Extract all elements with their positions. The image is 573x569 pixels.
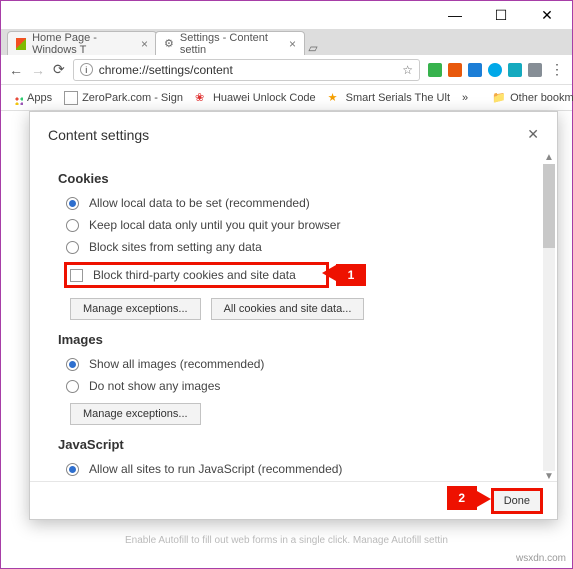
other-bookmarks[interactable]: 📁 Other bookmarks (492, 91, 573, 105)
cookies-option-session[interactable]: Keep local data only until you quit your… (66, 218, 529, 232)
checkbox-icon[interactable] (70, 269, 83, 282)
reload-button[interactable]: ⟳ (53, 61, 65, 78)
images-manage-exceptions-button[interactable]: Manage exceptions... (70, 403, 201, 425)
extension-icon[interactable] (468, 63, 482, 77)
window-close-button[interactable]: ✕ (532, 5, 562, 25)
callout-number-2: 2 (447, 486, 477, 510)
bookmarks-bar: Apps ZeroPark.com - Sign ❀ Huawei Unlock… (1, 85, 572, 111)
radio-icon[interactable] (66, 358, 79, 371)
option-label: Allow all sites to run JavaScript (recom… (89, 462, 342, 476)
images-option-show[interactable]: Show all images (recommended) (66, 357, 529, 371)
dialog-body: Cookies Allow local data to be set (reco… (30, 151, 557, 478)
watermark-text: wsxdn.com (516, 553, 566, 564)
cookies-option-block[interactable]: Block sites from setting any data (66, 240, 529, 254)
dialog-footer: 2 Done (30, 481, 557, 519)
radio-icon[interactable] (66, 463, 79, 476)
scrollbar[interactable]: ▲ ▼ (543, 164, 555, 471)
callout-number-1: 1 (336, 264, 366, 286)
option-label: Keep local data only until you quit your… (89, 218, 340, 232)
new-tab-button[interactable]: ▱ (303, 41, 323, 55)
other-bookmarks-label: Other bookmarks (510, 92, 573, 104)
bookmark-item[interactable]: ❀ Huawei Unlock Code (195, 91, 316, 105)
forward-button[interactable]: → (31, 62, 45, 78)
javascript-option-allow[interactable]: Allow all sites to run JavaScript (recom… (66, 462, 529, 476)
radio-icon[interactable] (66, 219, 79, 232)
folder-icon: 📁 (492, 91, 506, 105)
background-page-text: Enable Autofill to fill out web forms in… (1, 535, 572, 546)
bookmark-item[interactable]: ZeroPark.com - Sign (64, 91, 183, 105)
back-button[interactable]: ← (9, 62, 23, 78)
section-javascript-title: JavaScript (58, 437, 529, 452)
cookies-manage-exceptions-button[interactable]: Manage exceptions... (70, 298, 201, 320)
all-cookies-button[interactable]: All cookies and site data... (211, 298, 365, 320)
extension-strip (428, 63, 542, 77)
window-minimize-button[interactable]: — (440, 5, 470, 25)
close-icon[interactable]: × (141, 37, 148, 51)
window-maximize-button[interactable]: ☐ (486, 5, 516, 25)
cookies-option-allow[interactable]: Allow local data to be set (recommended) (66, 196, 529, 210)
bookmark-label: ZeroPark.com - Sign (82, 92, 183, 104)
callout-arrow-icon (322, 265, 336, 281)
callout-arrow-icon (477, 491, 491, 507)
close-icon[interactable]: × (289, 37, 296, 51)
tab-strip: Home Page - Windows T × ⚙ Settings - Con… (1, 29, 572, 55)
bookmark-item[interactable]: ★ Smart Serials The Ult (328, 91, 450, 105)
menu-button[interactable]: ⋮ (550, 61, 564, 78)
option-label: Allow local data to be set (recommended) (89, 196, 310, 210)
bookmark-star-icon[interactable]: ☆ (402, 63, 413, 77)
huawei-icon: ❀ (195, 91, 209, 105)
dialog-title: Content settings (48, 127, 149, 143)
extension-icon[interactable] (488, 63, 502, 77)
scroll-thumb[interactable] (543, 164, 555, 248)
star-icon: ★ (328, 91, 342, 105)
checkbox-label: Block third-party cookies and site data (93, 268, 296, 282)
section-cookies-title: Cookies (58, 171, 529, 186)
content-settings-dialog: Content settings ✕ Cookies Allow local d… (29, 111, 558, 520)
option-label: Do not show any images (89, 379, 220, 393)
done-button[interactable]: Done (491, 488, 543, 514)
toolbar: ← → ⟳ i chrome://settings/content ☆ ⋮ (1, 55, 572, 85)
page-icon (64, 91, 78, 105)
address-url: chrome://settings/content (99, 63, 233, 77)
gear-icon: ⚙ (164, 37, 174, 50)
radio-icon[interactable] (66, 197, 79, 210)
tab-label: Settings - Content settin (180, 32, 283, 56)
apps-button[interactable]: Apps (9, 91, 52, 105)
tab-home-page[interactable]: Home Page - Windows T × (7, 31, 157, 55)
option-label: Show all images (recommended) (89, 357, 264, 371)
dialog-close-button[interactable]: ✕ (527, 126, 539, 143)
window-titlebar: — ☐ ✕ (1, 1, 572, 29)
site-info-icon[interactable]: i (80, 63, 93, 76)
tab-label: Home Page - Windows T (32, 32, 135, 56)
apps-label: Apps (27, 92, 52, 104)
address-bar[interactable]: i chrome://settings/content ☆ (73, 59, 420, 81)
extension-icon[interactable] (508, 63, 522, 77)
radio-icon[interactable] (66, 380, 79, 393)
radio-icon[interactable] (66, 241, 79, 254)
tab-settings-content[interactable]: ⚙ Settings - Content settin × (155, 31, 305, 55)
block-third-party-checkbox[interactable]: Block third-party cookies and site data (64, 262, 329, 288)
bookmark-label: Smart Serials The Ult (346, 92, 450, 104)
extension-icon[interactable] (428, 63, 442, 77)
images-option-none[interactable]: Do not show any images (66, 379, 529, 393)
extension-icon[interactable] (528, 63, 542, 77)
extension-icon[interactable] (448, 63, 462, 77)
bookmark-overflow[interactable]: » (462, 92, 468, 104)
bookmark-label: Huawei Unlock Code (213, 92, 316, 104)
scroll-up-arrow-icon[interactable]: ▲ (543, 152, 555, 164)
section-images-title: Images (58, 332, 529, 347)
apps-icon (9, 91, 23, 105)
option-label: Block sites from setting any data (89, 240, 262, 254)
windows-favicon-icon (16, 38, 26, 50)
